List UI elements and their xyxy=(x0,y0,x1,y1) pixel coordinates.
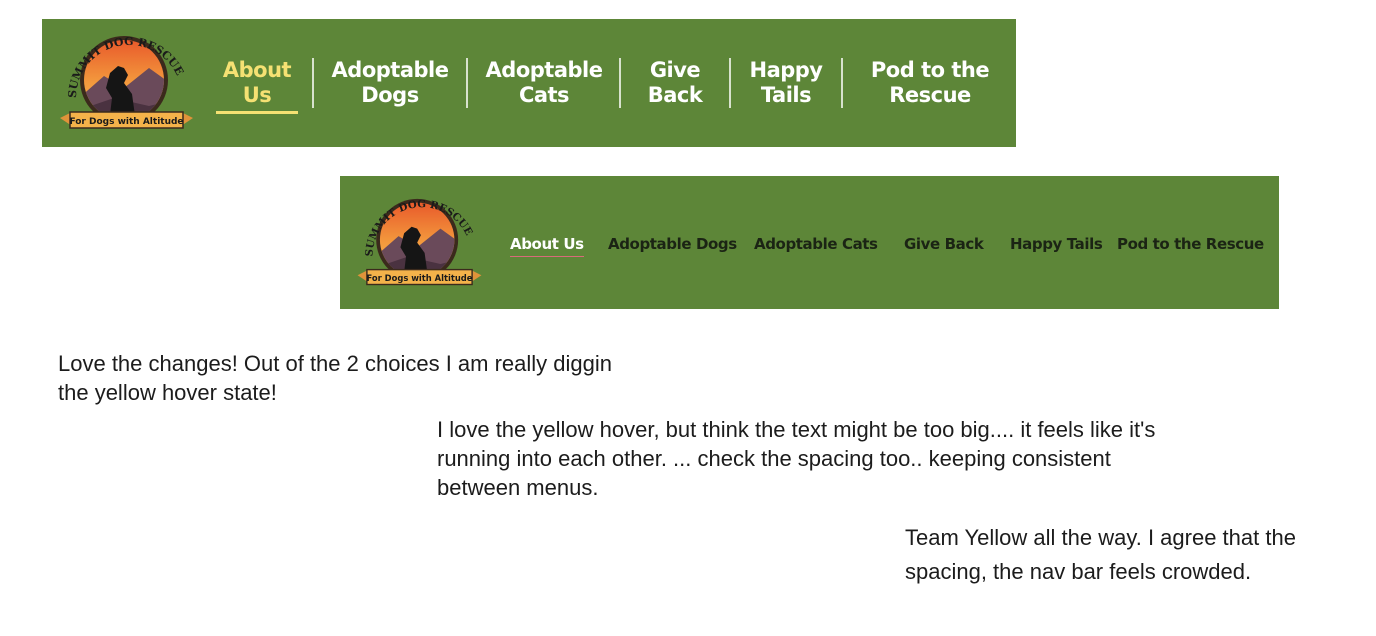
nav-separator xyxy=(619,58,621,108)
nav-bar-option-1: SUMMIT DOG RESCUE For Dogs with Altitude… xyxy=(42,19,1016,147)
nav-item-label-line1: Adoptable xyxy=(331,58,449,82)
nav-item-adoptable-dogs[interactable]: Adoptable Dogs xyxy=(328,58,452,108)
feedback-comment: Love the changes! Out of the 2 choices I… xyxy=(58,351,612,405)
nav-item-pod-to-the-rescue[interactable]: Pod to the Rescue xyxy=(1117,235,1264,253)
nav-item-label-line2: Back xyxy=(647,83,703,107)
nav-item-happy-tails[interactable]: Happy Tails xyxy=(745,58,827,108)
nav-bar-option-2: SUMMIT DOG RESCUE For Dogs with Altitude… xyxy=(340,176,1279,309)
nav-item-about-us[interactable]: About Us xyxy=(214,58,300,114)
active-underline xyxy=(216,111,298,114)
nav-item-pod-to-the-rescue[interactable]: Pod to the Rescue xyxy=(857,58,1003,108)
nav-item-about-us[interactable]: About Us xyxy=(510,235,584,257)
nav-item-label-line2: Us xyxy=(242,83,272,107)
nav-item-label: Adoptable Cats xyxy=(754,235,878,253)
summit-dog-rescue-logo[interactable]: SUMMIT DOG RESCUE For Dogs with Altitude xyxy=(54,28,199,141)
nav-menu-option-2: About Us Adoptable Dogs Adoptable Cats G… xyxy=(340,176,1279,309)
nav-item-label: Adoptable Dogs xyxy=(608,235,737,253)
nav-item-label: About Us xyxy=(510,235,584,253)
nav-item-happy-tails[interactable]: Happy Tails xyxy=(1010,235,1103,253)
nav-item-label-line2: Rescue xyxy=(889,83,971,107)
nav-item-adoptable-dogs[interactable]: Adoptable Dogs xyxy=(608,235,737,253)
nav-item-label-line2: Cats xyxy=(518,83,570,107)
nav-item-give-back[interactable]: Give Back xyxy=(635,58,715,108)
nav-separator xyxy=(466,58,468,108)
nav-separator xyxy=(841,58,843,108)
nav-item-label-line1: Happy xyxy=(749,58,824,82)
nav-separator xyxy=(312,58,314,108)
nav-item-label-line1: Pod to the xyxy=(870,58,990,82)
feedback-comment: I love the yellow hover, but think the t… xyxy=(437,417,1156,500)
nav-item-label-line1: About xyxy=(222,58,292,82)
nav-separator xyxy=(729,58,731,108)
nav-item-adoptable-cats[interactable]: Adoptable Cats xyxy=(482,58,606,108)
feedback-comment: Team Yellow all the way. I agree that th… xyxy=(905,525,1296,584)
logo-banner-text: For Dogs with Altitude xyxy=(69,117,183,127)
active-underline xyxy=(510,256,584,257)
nav-item-label: Give Back xyxy=(904,235,984,253)
nav-item-label-line1: Adoptable xyxy=(485,58,603,82)
nav-item-label-line2: Tails xyxy=(760,83,812,107)
nav-item-adoptable-cats[interactable]: Adoptable Cats xyxy=(754,235,878,253)
nav-item-label: Pod to the Rescue xyxy=(1117,235,1264,253)
nav-menu-option-1: About Us Adoptable Dogs Adoptable Cats G… xyxy=(214,19,1003,147)
nav-item-label: Happy Tails xyxy=(1010,235,1103,253)
nav-item-give-back[interactable]: Give Back xyxy=(904,235,984,253)
nav-item-label-line1: Give xyxy=(649,58,701,82)
nav-item-label-line2: Dogs xyxy=(361,83,419,107)
